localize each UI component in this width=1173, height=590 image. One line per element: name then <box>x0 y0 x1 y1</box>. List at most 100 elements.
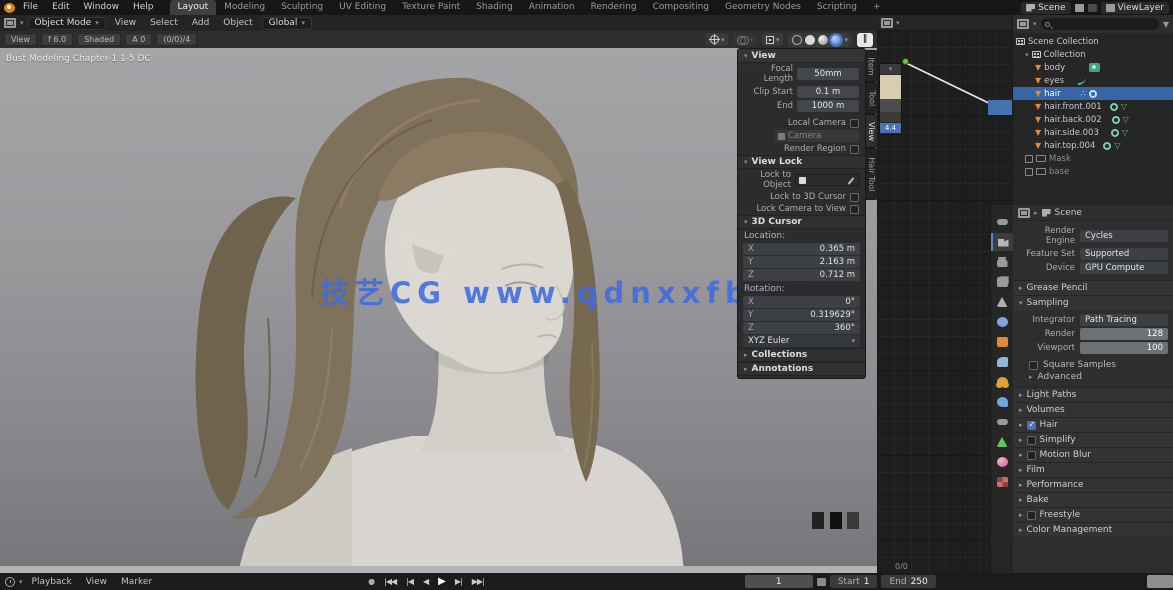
motion-blur-checkbox[interactable] <box>1027 451 1036 460</box>
tab-geometry-nodes[interactable]: Geometry Nodes <box>717 0 809 15</box>
section-simplify[interactable]: ▸ Simplify <box>1013 432 1173 447</box>
gizmos-dropdown[interactable]: ▾ <box>706 33 729 46</box>
tab-physics-properties[interactable] <box>991 393 1013 411</box>
menu-select[interactable]: Select <box>145 18 183 28</box>
play-reverse-button[interactable]: ◀ <box>420 577 431 586</box>
menu-add[interactable]: Add <box>187 18 214 28</box>
section-film[interactable]: ▸Film <box>1013 462 1173 477</box>
tab-tool[interactable]: Tool <box>866 82 878 114</box>
delete-scene-icon[interactable] <box>1088 4 1097 12</box>
clip-start-field[interactable]: 0.1 m <box>797 86 859 98</box>
keyframe-icon[interactable] <box>817 578 826 586</box>
tool-button-counts[interactable]: (0/0)/4 <box>156 33 197 46</box>
node-selected-row[interactable]: 4.4 <box>880 123 901 134</box>
expand-caret-icon[interactable]: ▾ <box>1025 51 1029 59</box>
region-toggle-icon[interactable]: ‖ <box>857 33 873 47</box>
tab-texture-properties[interactable] <box>991 473 1013 491</box>
xray-toggle[interactable]: ▾ <box>762 33 784 46</box>
lock-cursor-checkbox[interactable] <box>850 193 859 202</box>
tab-animation[interactable]: Animation <box>521 0 583 15</box>
outliner-row-collection[interactable]: ▾ Collection <box>1013 48 1173 61</box>
node-output-socket[interactable] <box>902 58 909 65</box>
blender-logo-icon[interactable] <box>4 3 15 13</box>
menu-edit[interactable]: Edit <box>46 0 75 15</box>
tab-view[interactable]: View <box>866 114 878 148</box>
timeline-scrollbar-handle[interactable] <box>1147 575 1173 588</box>
menu-help[interactable]: Help <box>127 0 160 15</box>
section-color-management[interactable]: ▸Color Management <box>1013 522 1173 537</box>
section-grease-pencil[interactable]: ▸Grease Pencil <box>1013 280 1173 295</box>
panel-3d-cursor-header[interactable]: ▾ 3D Cursor <box>738 215 865 229</box>
mode-dropdown[interactable]: Object Mode ▾ <box>28 17 106 30</box>
outliner-row-scene-collection[interactable]: Scene Collection <box>1013 35 1173 48</box>
shader-node[interactable]: ▾ 4.4 <box>879 63 902 135</box>
previous-keyframe-button[interactable]: |◀ <box>403 577 416 586</box>
section-hair[interactable]: ▸ Hair <box>1013 417 1173 432</box>
clip-end-field[interactable]: 1000 m <box>797 100 859 112</box>
node-secondary-swatch[interactable] <box>880 99 901 112</box>
device-dropdown[interactable]: GPU Compute <box>1080 262 1168 274</box>
outliner-row-hair-top[interactable]: ▼ hair.top.004 ▽ <box>1013 139 1173 152</box>
hidden-object-icon[interactable] <box>1025 168 1033 176</box>
tab-rendering[interactable]: Rendering <box>583 0 645 15</box>
menu-object[interactable]: Object <box>218 18 257 28</box>
outliner-row-hair-front[interactable]: ▼ hair.front.001 ▽ <box>1013 100 1173 113</box>
menu-marker[interactable]: Marker <box>116 577 157 587</box>
section-motion-blur[interactable]: ▸ Motion Blur <box>1013 447 1173 462</box>
section-performance[interactable]: ▸Performance <box>1013 477 1173 492</box>
menu-file[interactable]: File <box>17 0 44 15</box>
next-keyframe-button[interactable]: ▶| <box>452 577 465 586</box>
tab-modeling[interactable]: Modeling <box>216 0 273 15</box>
jump-to-end-button[interactable]: ▶▶| <box>469 577 487 586</box>
local-camera-checkbox[interactable] <box>850 119 859 128</box>
viewlayer-selector[interactable]: ViewLayer <box>1101 2 1169 14</box>
editor-type-icon[interactable] <box>881 18 893 28</box>
frame-start-field[interactable]: Start 1 <box>830 575 878 588</box>
tab-view-layer-properties[interactable] <box>991 273 1013 291</box>
camera-object-field[interactable]: Camera <box>775 130 859 142</box>
wireframe-shading-icon[interactable] <box>792 35 802 45</box>
solid-shading-icon[interactable] <box>805 35 815 45</box>
cursor-rotation-z[interactable]: Z 360° <box>743 322 860 334</box>
panel-view-header[interactable]: ▾ View <box>738 49 865 63</box>
tool-button-a0[interactable]: A 0 <box>125 33 152 46</box>
feature-set-dropdown[interactable]: Supported <box>1080 248 1168 260</box>
play-button[interactable]: ▶ <box>435 576 448 587</box>
tab-uv-editing[interactable]: UV Editing <box>331 0 394 15</box>
tab-add-workspace[interactable]: + <box>865 0 889 15</box>
outliner-row-hair-selected[interactable]: ▼ hair ∴ <box>1013 87 1173 100</box>
section-bake[interactable]: ▸Bake <box>1013 492 1173 507</box>
current-frame-field[interactable]: 1 <box>745 575 813 588</box>
filter-icon[interactable]: ▼ <box>1163 20 1169 29</box>
tab-scripting[interactable]: Scripting <box>809 0 865 15</box>
tab-particle-properties[interactable] <box>991 373 1013 391</box>
tab-object-properties[interactable] <box>991 333 1013 351</box>
outliner-row-mask[interactable]: Mask <box>1013 152 1173 165</box>
lock-object-field[interactable] <box>795 174 859 186</box>
cursor-location-z[interactable]: Z 0.712 m <box>743 269 860 281</box>
tab-texture-paint[interactable]: Texture Paint <box>394 0 468 15</box>
section-volumes[interactable]: ▸Volumes <box>1013 402 1173 417</box>
linked-node-header[interactable] <box>988 100 1012 115</box>
outliner-row-base[interactable]: base <box>1013 165 1173 178</box>
simplify-checkbox[interactable] <box>1027 436 1036 445</box>
euler-dropdown[interactable]: XYZ Euler ▾ <box>743 335 860 347</box>
new-scene-icon[interactable] <box>1075 4 1084 12</box>
editor-type-icon[interactable] <box>1018 208 1030 218</box>
focal-length-field[interactable]: 50mm <box>797 68 859 80</box>
timeline-editor-icon[interactable] <box>5 577 15 587</box>
tab-output-properties[interactable] <box>991 253 1013 271</box>
tab-world-properties[interactable] <box>991 313 1013 331</box>
panel-annotations-header[interactable]: ▸ Annotations <box>738 362 865 376</box>
panel-collections-header[interactable]: ▸ Collections <box>738 348 865 362</box>
cursor-rotation-y[interactable]: Y 0.319629° <box>743 309 860 321</box>
node-collapse-row[interactable]: ▾ <box>880 64 901 75</box>
square-samples-checkbox[interactable] <box>1029 361 1038 370</box>
freestyle-checkbox[interactable] <box>1027 511 1036 520</box>
outliner-row-eyes[interactable]: ▼ eyes <box>1013 74 1173 87</box>
section-sampling[interactable]: ▾Sampling <box>1013 295 1173 310</box>
tab-tool-properties[interactable] <box>991 213 1013 231</box>
cursor-rotation-x[interactable]: X 0° <box>743 296 860 308</box>
tool-button-fstop[interactable]: f 6.0 <box>41 33 73 46</box>
node-row[interactable] <box>880 112 901 123</box>
